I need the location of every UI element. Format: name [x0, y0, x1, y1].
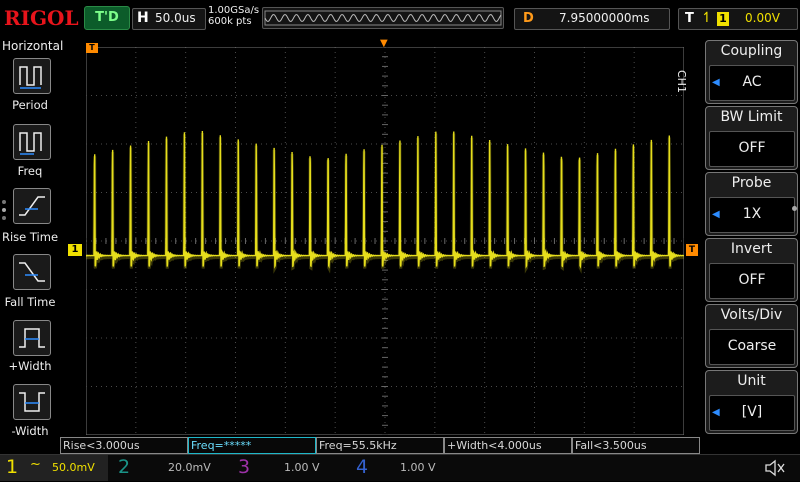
status-bar: RIGOL T'D H 50.0us 1.00GSa/s 600k pts D …: [0, 0, 800, 38]
timebase-value: 50.0us: [155, 11, 196, 25]
fall-time-label: Fall Time: [4, 295, 56, 309]
frequency-icon[interactable]: [13, 124, 51, 160]
right-scroll-indicator: [792, 206, 797, 211]
measurement-fall[interactable]: Fall<3.500us: [572, 437, 700, 454]
period-icon[interactable]: [13, 58, 51, 94]
timebase-box[interactable]: H 50.0us: [132, 8, 206, 30]
trigger-label: T: [685, 11, 694, 26]
channel2-tab[interactable]: 2 20.0mV: [110, 455, 228, 481]
trigger-time-arrow-icon: ▼: [380, 38, 388, 49]
memory-depth: 600k pts: [208, 16, 252, 27]
measurement-positive-width[interactable]: +Width<4.000us: [444, 437, 572, 454]
bw-limit-value: OFF: [738, 140, 766, 156]
sound-muted-icon[interactable]: [764, 458, 786, 478]
invert-title: Invert: [730, 241, 773, 257]
channel2-number: 2: [118, 456, 131, 478]
frequency-label: Freq: [17, 164, 43, 178]
bw-limit-menu[interactable]: BW Limit OFF: [705, 106, 798, 170]
channel3-tab[interactable]: 3 1.00 V: [230, 455, 346, 481]
measurement-bar: Rise<3.000us Freq=***** Freq=55.5kHz +Wi…: [60, 437, 700, 454]
channel1-scale: 50.0mV: [52, 461, 95, 474]
waveform-display[interactable]: [85, 46, 685, 436]
channel1-waveform: [85, 131, 685, 269]
trigger-level-marker[interactable]: T: [686, 244, 698, 256]
channel3-number: 3: [238, 456, 251, 478]
brand-logo: RIGOL: [4, 6, 79, 30]
positive-width-label: +Width: [8, 359, 52, 373]
invert-menu[interactable]: Invert OFF: [705, 238, 798, 302]
left-menu: Horizontal Period Freq Rise Time Fall Ti…: [0, 38, 64, 454]
trigger-level: 0.00V: [745, 11, 780, 25]
probe-menu[interactable]: Probe ◀ 1X: [705, 172, 798, 236]
rise-time-icon[interactable]: [13, 188, 51, 224]
left-scroll-indicator: [2, 200, 8, 226]
ac-coupling-icon: ~: [30, 457, 41, 472]
memory-overview[interactable]: [262, 7, 504, 29]
bw-limit-title: BW Limit: [720, 109, 783, 125]
channel1-reference-marker[interactable]: 1: [68, 244, 82, 256]
trigger-source: 1: [717, 12, 729, 26]
negative-width-label: -Width: [11, 424, 49, 438]
probe-title: Probe: [731, 175, 772, 191]
period-label: Period: [12, 98, 48, 112]
right-menu: Coupling ◀ AC BW Limit OFF Probe ◀ 1X Inve…: [700, 38, 800, 436]
graticule: [85, 46, 685, 436]
fall-time-icon[interactable]: [13, 254, 51, 290]
channel4-tab[interactable]: 4 1.00 V: [348, 455, 464, 481]
coupling-menu[interactable]: Coupling ◀ AC: [705, 40, 798, 104]
sample-rate: 1.00GSa/s: [208, 5, 260, 16]
probe-value: 1X: [742, 206, 762, 222]
volts-div-value: Coarse: [727, 338, 777, 354]
negative-width-icon[interactable]: [13, 384, 51, 420]
coupling-value: AC: [742, 74, 762, 90]
left-menu-title: Horizontal: [2, 39, 64, 53]
measurement-freq[interactable]: Freq=55.5kHz: [316, 437, 444, 454]
invert-value: OFF: [738, 272, 766, 288]
channel-tag: CH1: [675, 70, 688, 93]
run-state-badge[interactable]: T'D: [84, 6, 130, 30]
delay-label: D: [523, 11, 534, 26]
volts-div-title: Volts/Div: [720, 307, 783, 323]
coupling-title: Coupling: [720, 43, 783, 59]
unit-title: Unit: [737, 373, 766, 389]
channel2-scale: 20.0mV: [168, 461, 211, 474]
unit-menu[interactable]: Unit ◀ [V]: [705, 370, 798, 434]
channel3-scale: 1.00 V: [284, 461, 320, 474]
positive-width-icon[interactable]: [13, 320, 51, 356]
measurement-rise[interactable]: Rise<3.000us: [60, 437, 188, 454]
unit-value: [V]: [741, 404, 763, 420]
volts-div-menu[interactable]: Volts/Div Coarse: [705, 304, 798, 368]
rising-edge-icon: ↿: [701, 10, 713, 26]
channel1-number: 1: [6, 456, 19, 478]
horizontal-label: H: [137, 10, 149, 26]
rise-time-label: Rise Time: [1, 230, 59, 244]
delay-value: 7.95000000ms: [559, 11, 650, 25]
measurement-freq-invalid[interactable]: Freq=*****: [188, 437, 316, 454]
sample-info: 1.00GSa/s 600k pts: [208, 5, 259, 27]
channel-bar: 1 ~ 50.0mV 2 20.0mV 3 1.00 V 4 1.00 V: [0, 454, 800, 481]
memory-overview-waveform: [264, 10, 502, 26]
channel4-scale: 1.00 V: [400, 461, 436, 474]
delay-box[interactable]: D 7.95000000ms: [514, 8, 670, 30]
trigger-box[interactable]: T ↿ 1 0.00V: [678, 8, 798, 30]
trigger-position-marker: T: [86, 43, 98, 53]
channel4-number: 4: [356, 456, 369, 478]
channel1-tab[interactable]: 1 ~ 50.0mV: [0, 455, 108, 481]
